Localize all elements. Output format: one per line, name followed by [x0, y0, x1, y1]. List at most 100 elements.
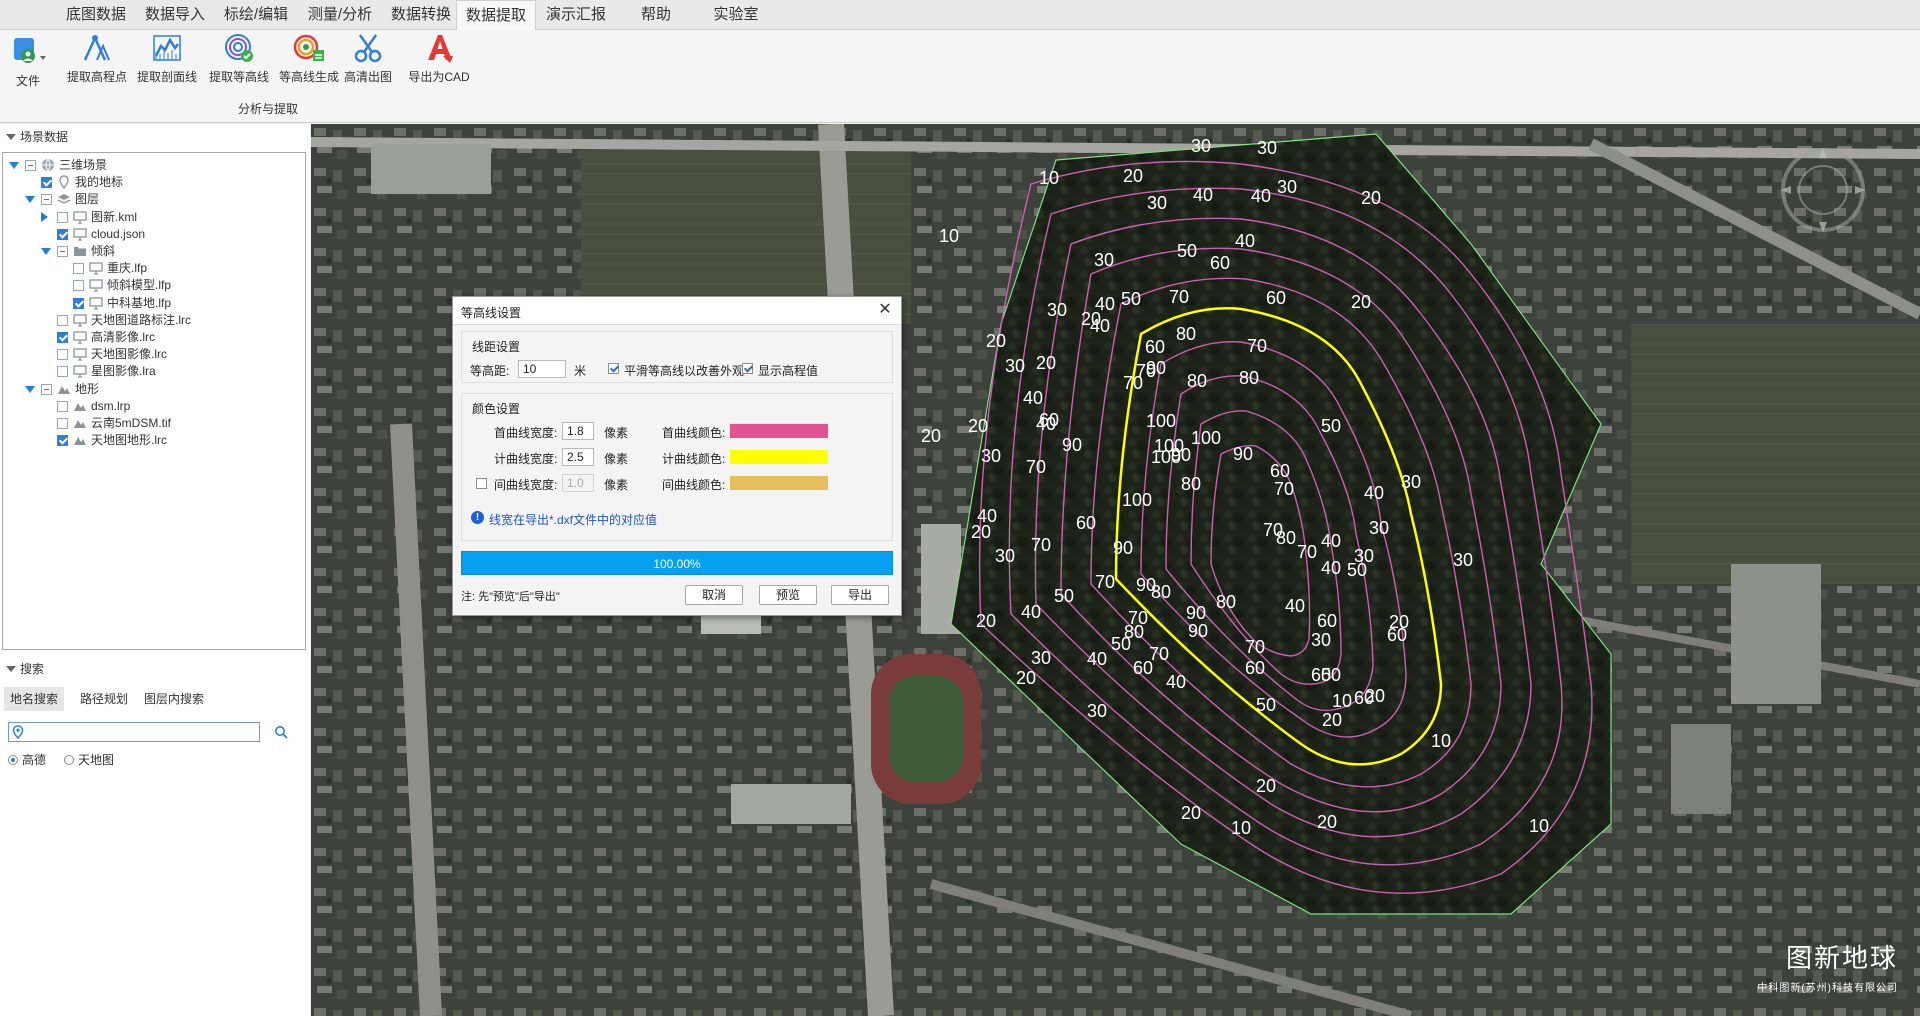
search-panel-header[interactable]: 搜索 [0, 658, 44, 680]
tool-label: 提取高程点 [66, 70, 127, 84]
tree-checkbox[interactable] [57, 211, 68, 223]
file-button[interactable]: 文件 [8, 34, 48, 92]
tree-checkbox[interactable] [57, 418, 68, 429]
contour-elevation-label: 50 [1121, 289, 1141, 309]
menu-measure[interactable]: 测量/分析 [298, 0, 382, 30]
menu-convert[interactable]: 数据转换 [382, 0, 460, 30]
file-icon [14, 38, 46, 63]
main-width-input[interactable]: 1.8 [562, 422, 594, 440]
tree-checkbox[interactable] [57, 349, 68, 361]
tree-checkbox[interactable] [57, 314, 68, 326]
index-color-swatch[interactable] [730, 450, 828, 464]
show-elevation-label: 显示高程值 [758, 364, 819, 378]
terrain-icon [73, 433, 87, 447]
contour-elevation-label: 40 [1087, 649, 1107, 669]
contour-elevation-label: 40 [1021, 602, 1041, 622]
smooth-checkbox[interactable] [608, 363, 619, 374]
tree-checkbox[interactable] [73, 280, 84, 292]
radio-gaode[interactable]: 高德 [8, 752, 46, 768]
search-input[interactable] [27, 724, 255, 740]
tree-checkbox[interactable] [73, 263, 84, 275]
expand-arrow-icon[interactable] [41, 248, 51, 255]
tree-checkbox[interactable] [41, 383, 52, 395]
expand-arrow-icon[interactable] [9, 162, 19, 169]
contour-elevation-label: 60 [1245, 658, 1265, 678]
main-color-swatch[interactable] [730, 424, 828, 438]
menu-help[interactable]: 帮助 [616, 0, 696, 30]
expand-arrow-icon[interactable] [25, 196, 35, 204]
cancel-button[interactable]: 取消 [685, 585, 743, 605]
preview-note: 注: 先"预览"后"导出" [461, 591, 560, 603]
spacing-input[interactable]: 10 [518, 360, 566, 378]
contour-elevation-label: 80 [1124, 622, 1144, 642]
hd-export-button[interactable]: 高清出图 [338, 32, 398, 90]
tree-checkbox[interactable] [41, 194, 52, 206]
menu-plot-edit[interactable]: 标绘/编辑 [214, 0, 298, 30]
globe-icon [41, 158, 55, 172]
contour-elevation-label: 50 [1321, 416, 1341, 436]
tree-checkbox[interactable] [73, 297, 84, 309]
close-icon[interactable]: ✕ [877, 302, 893, 318]
extract-contour-button[interactable]: 提取等高线 [204, 32, 274, 90]
contour-elevation-label: 60 [1076, 513, 1096, 533]
search-panel-title: 搜索 [20, 662, 45, 676]
contour-elevation-label: 80 [1181, 474, 1201, 494]
tab-place-search[interactable]: 地名搜索 [4, 687, 65, 711]
menu-present[interactable]: 演示汇报 [536, 0, 616, 30]
scissors-icon [354, 34, 382, 63]
tab-layer-search[interactable]: 图层内搜索 [138, 687, 210, 711]
contour-elevation-label: 60 [1317, 611, 1337, 631]
info-icon: ! [471, 511, 484, 524]
tree-checkbox[interactable] [57, 366, 68, 378]
folder-icon [73, 244, 87, 258]
inter-color-swatch[interactable] [730, 476, 828, 490]
tree-checkbox[interactable] [57, 435, 68, 447]
export-cad-button[interactable]: 导出为CAD [404, 32, 474, 90]
tree-checkbox[interactable] [57, 400, 68, 412]
tree-checkbox[interactable] [41, 177, 52, 189]
contour-elevation-label: 30 [1369, 518, 1389, 538]
menu-lab[interactable]: 实验室 [696, 0, 776, 30]
ribbon-group-label: 分析与提取 [238, 102, 299, 116]
inter-width-unit: 像素 [604, 478, 629, 492]
contour-elevation-label: 70 [1245, 637, 1265, 657]
index-width-input[interactable]: 2.5 [562, 448, 594, 466]
monitor-icon [73, 210, 87, 224]
tree-checkbox[interactable] [57, 246, 68, 257]
scene-panel-header[interactable]: 场景数据 [0, 126, 68, 148]
dialog-title-bar: 等高线设置 ✕ [453, 297, 901, 325]
radio-tianditu[interactable]: 天地图 [64, 752, 114, 768]
tab-route-planning[interactable]: 路径规划 [74, 687, 134, 711]
contour-elevation-label: 50 [1054, 586, 1074, 606]
show-elevation-checkbox[interactable] [742, 363, 753, 374]
search-icon[interactable] [274, 725, 288, 739]
tree-checkbox[interactable] [57, 228, 68, 240]
collapse-arrow-icon[interactable] [41, 211, 48, 222]
elevation-point-icon [83, 34, 110, 61]
extract-elevation-point-button[interactable]: 提取高程点 [62, 32, 132, 90]
contour-generate-button[interactable]: 等高线生成 [274, 32, 344, 90]
contour-elevation-label: 40 [1364, 483, 1384, 503]
contour-elevation-label: 10 [1529, 816, 1549, 836]
tree-checkbox[interactable] [57, 332, 68, 343]
dxf-info-line: ! 线宽在导出*.dxf文件中的对应值 [471, 511, 657, 528]
menu-basemap[interactable]: 底图数据 [56, 0, 136, 30]
contour-elevation-label: 80 [1276, 528, 1296, 548]
inter-width-input[interactable]: 1.0 [562, 474, 594, 492]
index-color-label: 计曲线颜色: [662, 452, 726, 466]
expand-arrow-icon[interactable] [25, 385, 35, 393]
spacing-label: 等高距: [470, 364, 510, 378]
tree-checkbox[interactable] [25, 160, 36, 171]
contour-elevation-label: 90 [1188, 621, 1208, 641]
export-button[interactable]: 导出 [831, 585, 889, 605]
menu-extract[interactable]: 数据提取 [456, 0, 536, 31]
contour-elevation-label: 70 [1247, 336, 1267, 356]
contour-elevation-label: 100 [1151, 447, 1181, 467]
intermediate-checkbox[interactable] [476, 478, 487, 489]
index-width-label: 计曲线宽度: [494, 452, 558, 466]
menu-import[interactable]: 数据导入 [136, 0, 214, 30]
tree-item[interactable]: 天地图地形.lrc [3, 430, 303, 450]
preview-button[interactable]: 预览 [759, 585, 817, 605]
contour-elevation-label: 30 [1147, 193, 1167, 213]
extract-profile-button[interactable]: 提取剖面线 [132, 32, 202, 90]
